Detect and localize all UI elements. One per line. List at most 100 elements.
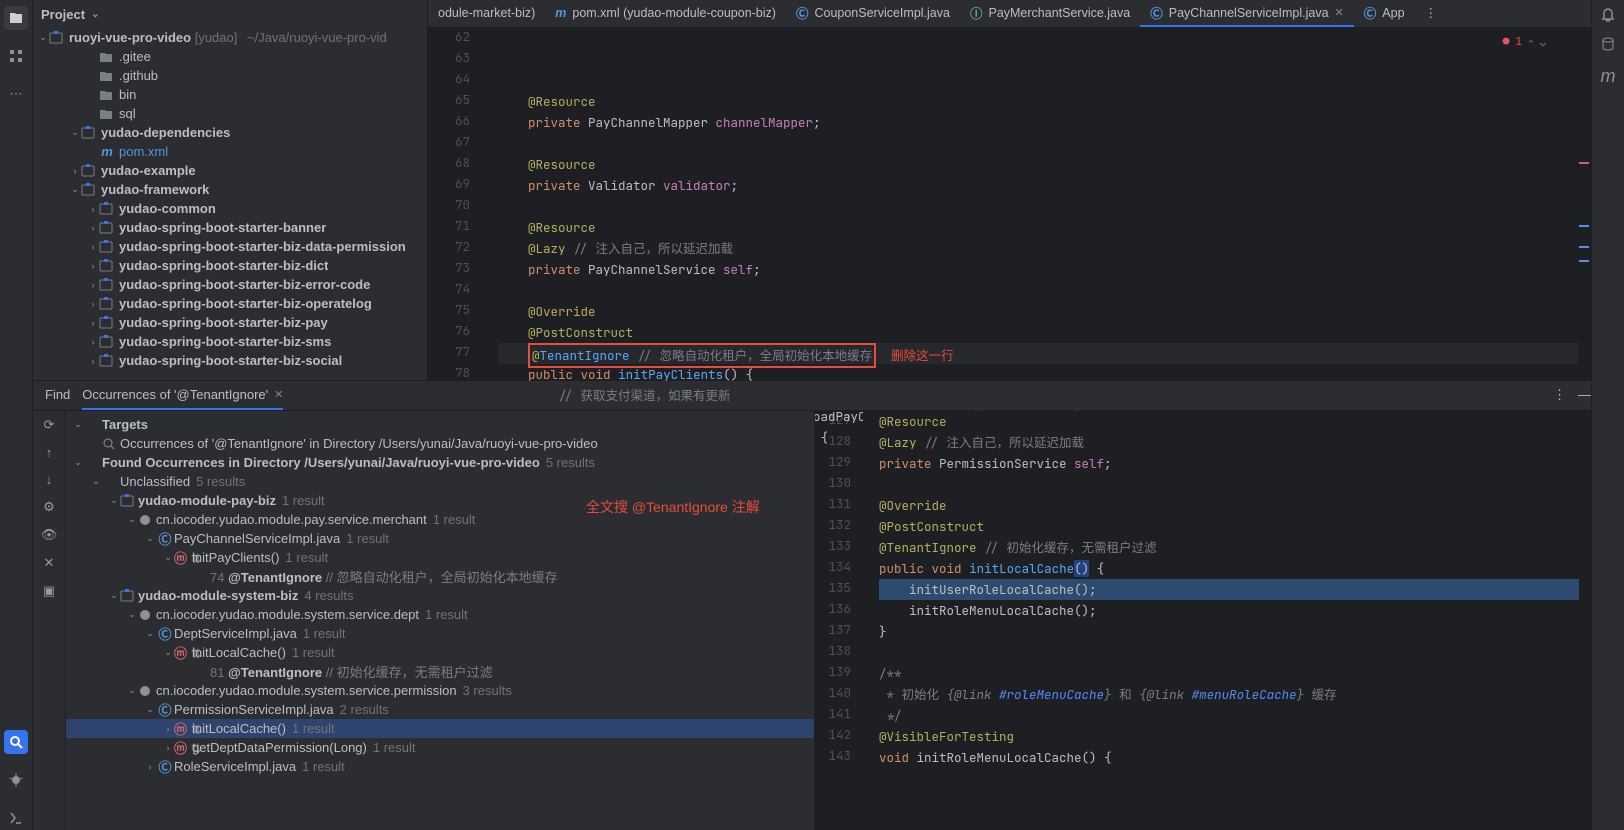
previous-icon[interactable]: ↑ xyxy=(46,445,53,460)
tree-item-icon xyxy=(99,107,115,121)
structure-tool-icon[interactable] xyxy=(4,44,28,68)
tree-item-icon xyxy=(99,354,115,368)
project-tree-item[interactable]: bin xyxy=(33,85,427,104)
project-root-tag: [yudao] xyxy=(195,30,238,45)
find-result-row[interactable]: ⌄ⓜ ⇅initLocalCache()1 result xyxy=(66,643,814,662)
minimap[interactable] xyxy=(1578,28,1590,380)
editor-tab[interactable]: ⒸApp xyxy=(1354,0,1415,27)
inspections-badge[interactable]: ●1 ⌃ ⌄ xyxy=(1503,32,1546,53)
notifications-icon[interactable] xyxy=(1600,6,1616,22)
find-result-row[interactable]: ⌄ⓜ ⇅initPayClients()1 result xyxy=(66,548,814,567)
project-tree-item[interactable]: .gitee xyxy=(33,47,427,66)
database-icon[interactable] xyxy=(1600,36,1616,52)
code-body[interactable]: ●1 ⌃ ⌄ @Resource private PayChannelMappe… xyxy=(482,28,1578,380)
tree-item-icon xyxy=(99,221,115,235)
chevron-up-icon[interactable]: ⌃ xyxy=(1528,32,1534,53)
project-root-row[interactable]: ⌄ ruoyi-vue-pro-video [yudao] ~/Java/ruo… xyxy=(33,28,427,47)
remove-icon[interactable]: ✕ xyxy=(44,555,55,571)
editor-tab[interactable]: ⒸPayChannelServiceImpl.java✕ xyxy=(1140,0,1354,27)
tabs-overflow-icon[interactable]: ⋮ xyxy=(1415,0,1448,27)
close-icon[interactable]: ✕ xyxy=(1335,6,1344,19)
find-result-row[interactable]: ⌄ⒸPermissionServiceImpl.java2 results xyxy=(66,700,814,719)
find-result-row[interactable]: ⌄cn.iocoder.yudao.module.system.service.… xyxy=(66,605,814,624)
chevron-down-icon: ⌄ xyxy=(91,9,99,20)
error-count: 1 xyxy=(1515,32,1522,53)
preview-icon[interactable]: 👁 xyxy=(41,527,58,543)
more-tool-icon[interactable]: ⋯ xyxy=(4,82,28,106)
find-results-toolbar: ⟳ ↑ ↓ ⚙ 👁 ✕ ▣ xyxy=(33,411,66,830)
tree-item-icon xyxy=(99,202,115,216)
find-result-row[interactable]: ⌄ⒸPayChannelServiceImpl.java1 result xyxy=(66,529,814,548)
tree-item-icon xyxy=(81,183,97,197)
result-icon: ⓜ ⇅ xyxy=(174,719,192,738)
project-panel-header[interactable]: Project ⌄ xyxy=(33,0,427,28)
editor-tab[interactable]: odule-market-biz) xyxy=(428,0,545,27)
project-tool-icon[interactable] xyxy=(4,6,28,30)
find-result-row[interactable]: ›ⒸRoleServiceImpl.java1 result xyxy=(66,757,814,776)
project-tree-item[interactable]: ⌄yudao-framework xyxy=(33,180,427,199)
project-tree-item[interactable]: ›yudao-spring-boot-starter-biz-operatelo… xyxy=(33,294,427,313)
find-result-row[interactable]: ⌄Found Occurrences in Directory /Users/y… xyxy=(66,453,814,472)
editor-tab[interactable]: mpom.xml (yudao-module-coupon-biz) xyxy=(545,0,786,27)
preview-minimap[interactable] xyxy=(1579,411,1591,830)
find-tool-icon[interactable] xyxy=(4,730,28,754)
tree-item-icon: m xyxy=(99,144,115,159)
project-tree-item[interactable]: mpom.xml xyxy=(33,142,427,161)
find-result-row[interactable]: 74 @TenantIgnore // 忽略自动化租户，全局初始化本地缓存 xyxy=(66,567,814,586)
tree-item-icon xyxy=(99,297,115,311)
chevron-down-icon[interactable]: ⌄ xyxy=(1540,32,1546,53)
project-tree-item[interactable]: ›yudao-example xyxy=(33,161,427,180)
search-annotation: 全文搜 @TenantIgnore 注解 xyxy=(586,497,760,517)
project-tree-item[interactable]: ›yudao-common xyxy=(33,199,427,218)
layout-icon[interactable]: ▣ xyxy=(43,583,55,599)
find-tab-label: Find xyxy=(45,387,70,402)
project-tree-item[interactable]: ›yudao-spring-boot-starter-biz-pay xyxy=(33,313,427,332)
find-tab[interactable]: Find xyxy=(45,381,70,410)
project-tree-item[interactable]: ›yudao-spring-boot-starter-biz-dict xyxy=(33,256,427,275)
class-icon: Ⓒ xyxy=(796,3,809,22)
main-column: Project ⌄ ⌄ ruoyi-vue-pro-video [yudao] … xyxy=(33,0,1591,830)
next-icon[interactable]: ↓ xyxy=(46,472,53,487)
project-tree-item[interactable]: ›yudao-spring-boot-starter-banner xyxy=(33,218,427,237)
project-tree-item[interactable]: sql xyxy=(33,104,427,123)
debug-tool-icon[interactable] xyxy=(4,768,28,792)
find-result-row[interactable]: ⌄Targets xyxy=(66,415,814,434)
editor-pane: 6263646566676869707172737475767778 ●1 ⌃ … xyxy=(428,28,1591,380)
result-icon: Ⓒ xyxy=(156,700,174,719)
refresh-icon[interactable]: ⟳ xyxy=(44,417,55,433)
maven-icon[interactable]: m xyxy=(1601,66,1616,87)
result-icon xyxy=(138,608,156,622)
result-icon: Ⓒ xyxy=(156,529,174,548)
project-tree-item[interactable]: ›yudao-spring-boot-starter-biz-data-perm… xyxy=(33,237,427,256)
editor-tab[interactable]: ⒾPayMerchantService.java xyxy=(960,0,1140,27)
project-tree-item[interactable]: .github xyxy=(33,66,427,85)
find-result-row[interactable]: Occurrences of '@TenantIgnore' in Direct… xyxy=(66,434,814,453)
close-icon[interactable]: ✕ xyxy=(274,388,283,401)
settings-icon[interactable]: ⚙ xyxy=(43,499,55,515)
project-tree-item[interactable]: ›yudao-spring-boot-starter-biz-social xyxy=(33,351,427,370)
find-result-row[interactable]: ⌄cn.iocoder.yudao.module.system.service.… xyxy=(66,681,814,700)
find-result-row[interactable]: ⌄yudao-module-system-biz4 results xyxy=(66,586,814,605)
result-icon xyxy=(120,494,138,508)
tab-label: PayMerchantService.java xyxy=(988,6,1130,20)
occurrences-tab[interactable]: Occurrences of '@TenantIgnore'✕ xyxy=(82,381,283,410)
preview-code[interactable]: @Resource@Lazy // 注入自己，所以延迟加载private Per… xyxy=(863,411,1579,830)
find-result-row[interactable]: ⌄ⒸDeptServiceImpl.java1 result xyxy=(66,624,814,643)
project-tree-item[interactable]: ›yudao-spring-boot-starter-biz-error-cod… xyxy=(33,275,427,294)
find-result-row[interactable]: ›ⓜ ⇅getDeptDataPermission(Long)1 result xyxy=(66,738,814,757)
tab-label: App xyxy=(1382,6,1404,20)
project-tree[interactable]: ⌄ ruoyi-vue-pro-video [yudao] ~/Java/ruo… xyxy=(33,28,427,380)
find-result-row[interactable]: ›ⓜ ⇅initLocalCache()1 result xyxy=(66,719,814,738)
terminal-tool-icon[interactable] xyxy=(4,806,28,830)
project-tree-item[interactable]: ⌄yudao-dependencies xyxy=(33,123,427,142)
find-result-row[interactable]: ⌄Unclassified5 results xyxy=(66,472,814,491)
result-icon: ⓜ ⇅ xyxy=(174,548,192,567)
project-tree-item[interactable]: ›yudao-spring-boot-starter-biz-sms xyxy=(33,332,427,351)
line-gutter: 6263646566676869707172737475767778 xyxy=(428,28,482,380)
result-icon: ⓜ ⇅ xyxy=(174,738,192,757)
find-results-tree[interactable]: ⌄TargetsOccurrences of '@TenantIgnore' i… xyxy=(66,411,815,830)
editor-tab[interactable]: ⒸCouponServiceImpl.java xyxy=(786,0,960,27)
find-result-row[interactable]: 81 @TenantIgnore // 初始化缓存，无需租户过滤 xyxy=(66,662,814,681)
panel-minimize-icon[interactable]: — xyxy=(1578,381,1591,410)
module-icon xyxy=(49,31,65,45)
